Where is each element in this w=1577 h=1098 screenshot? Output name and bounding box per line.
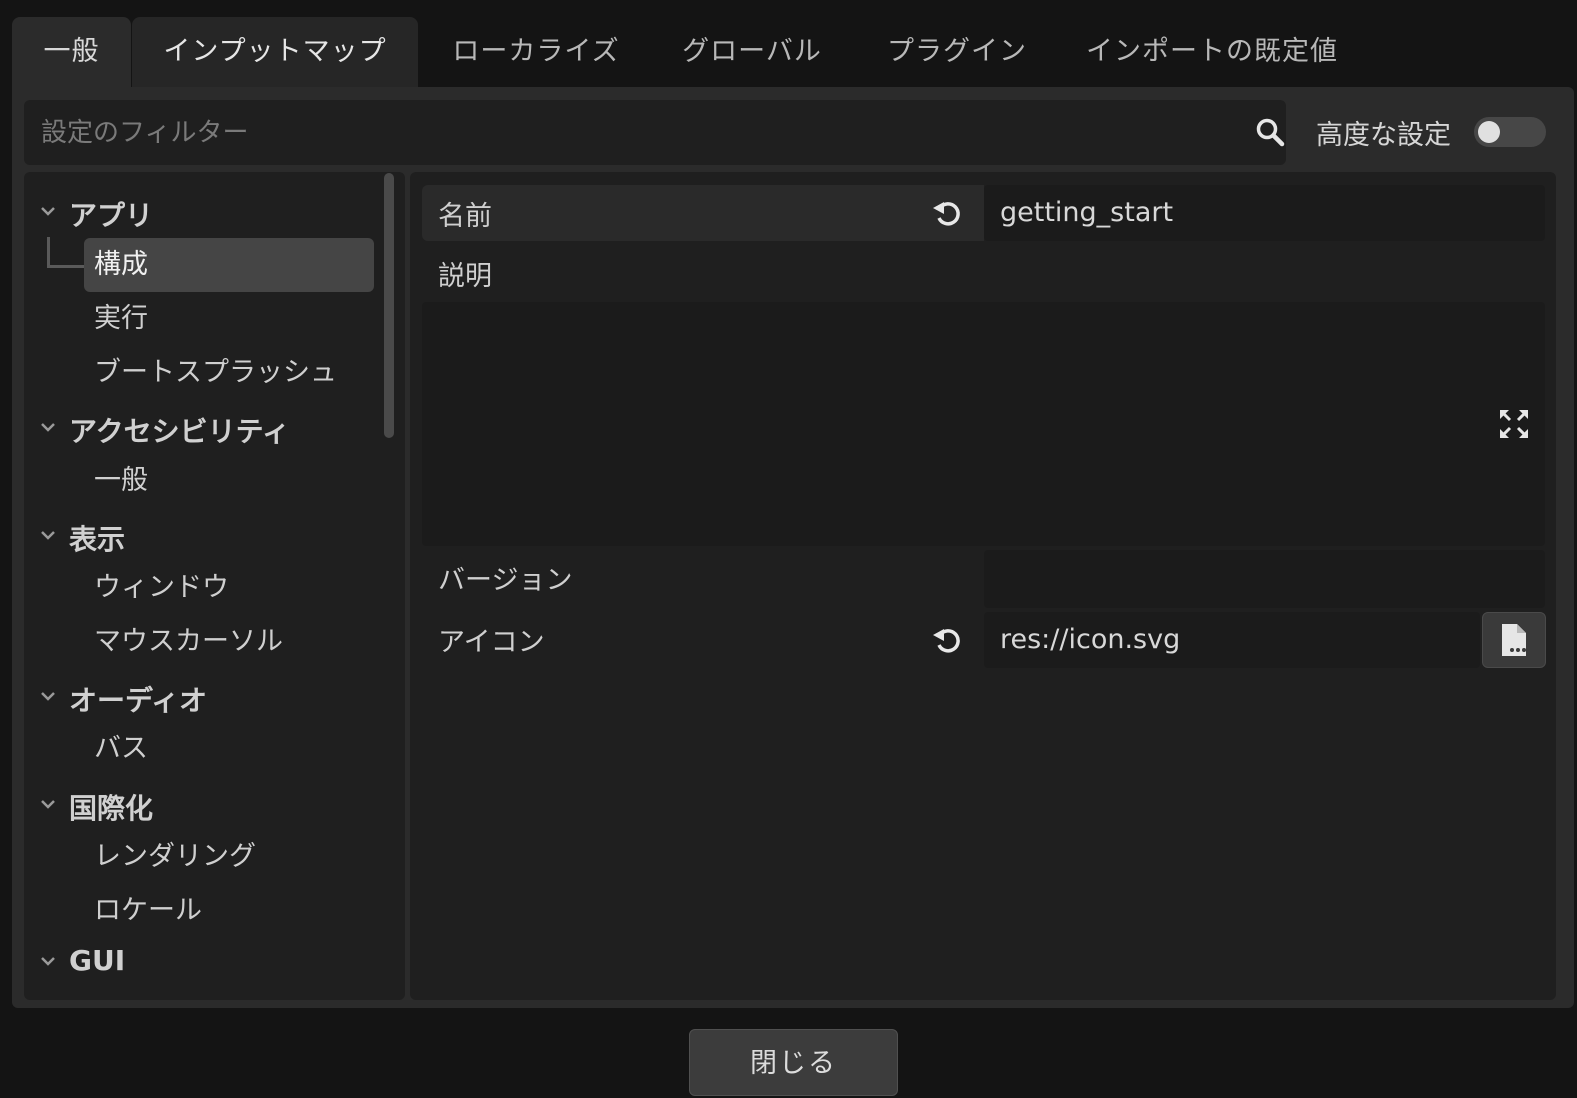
tab-import-defaults[interactable]: インポートの既定値 [1072, 17, 1352, 87]
tree-item-buses[interactable]: バス [84, 722, 374, 776]
settings-filter-input[interactable] [24, 100, 1214, 165]
file-icon [1502, 624, 1526, 656]
tree-category-label: 国際化 [69, 792, 154, 825]
tree-scrollbar[interactable] [384, 173, 394, 438]
chevron-down-icon[interactable] [39, 202, 57, 220]
settings-category-tree: アプリ 構成 実行 ブートスプラッシュ アクセシビリティ 一般 表示 ウィンドウ… [24, 172, 405, 1000]
expand-icon[interactable] [1497, 407, 1531, 441]
icon-label: アイコン [438, 627, 545, 658]
tree-item-run[interactable]: 実行 [84, 292, 374, 346]
tree-guide-line [47, 237, 50, 268]
settings-filter [24, 100, 1286, 165]
tree-category-label: 表示 [69, 523, 126, 556]
tab-bar: 一般 インプットマップ ローカライズ グローバル プラグイン インポートの既定値 [12, 17, 1574, 87]
tree-item-config[interactable]: 構成 [84, 238, 374, 292]
version-field[interactable] [984, 550, 1545, 608]
tree-item-window[interactable]: ウィンドウ [84, 561, 374, 615]
revert-icon[interactable] [931, 623, 965, 657]
tree-item-rendering[interactable]: レンダリング [84, 830, 374, 884]
tree-category-label: GUI [69, 944, 126, 977]
chevron-down-icon[interactable] [39, 418, 57, 436]
toggle-knob [1478, 121, 1500, 143]
tree-category-label: オーディオ [69, 684, 208, 717]
tree-item-accessibility-general[interactable]: 一般 [84, 454, 374, 508]
chevron-down-icon[interactable] [39, 952, 57, 970]
tab-localization[interactable]: ローカライズ [430, 17, 642, 87]
tree-item-mouse-cursor[interactable]: マウスカーソル [84, 615, 374, 669]
tree-item-boot-splash[interactable]: ブートスプラッシュ [84, 346, 374, 400]
name-field[interactable]: getting_start [984, 185, 1545, 241]
close-button[interactable]: 閉じる [689, 1029, 898, 1096]
name-label: 名前 [438, 201, 492, 232]
tree-guide-line [47, 265, 85, 268]
revert-icon[interactable] [931, 196, 965, 230]
chevron-down-icon[interactable] [39, 526, 57, 544]
name-row-highlight [422, 185, 984, 241]
chevron-down-icon[interactable] [39, 795, 57, 813]
description-textarea[interactable] [422, 302, 1545, 546]
search-icon[interactable] [1254, 116, 1286, 148]
icon-browse-button[interactable] [1482, 612, 1546, 668]
chevron-down-icon[interactable] [39, 687, 57, 705]
advanced-settings-toggle[interactable] [1474, 117, 1546, 147]
tab-general[interactable]: 一般 [12, 17, 131, 87]
tree-item-locale[interactable]: ロケール [84, 884, 374, 938]
property-inspector: 名前 getting_start 説明 バージョン アイコン res://ico… [410, 172, 1556, 1000]
advanced-settings-label: 高度な設定 [1316, 120, 1451, 151]
tab-globals[interactable]: グローバル [662, 17, 842, 87]
tab-plugins[interactable]: プラグイン [867, 17, 1047, 87]
icon-path-field[interactable]: res://icon.svg [984, 612, 1480, 668]
tree-category-label: アプリ [69, 199, 154, 232]
description-label: 説明 [438, 261, 492, 292]
tab-input-map[interactable]: インプットマップ [132, 17, 418, 87]
version-label: バージョン [438, 565, 573, 596]
tree-category-label: アクセシビリティ [69, 415, 290, 448]
